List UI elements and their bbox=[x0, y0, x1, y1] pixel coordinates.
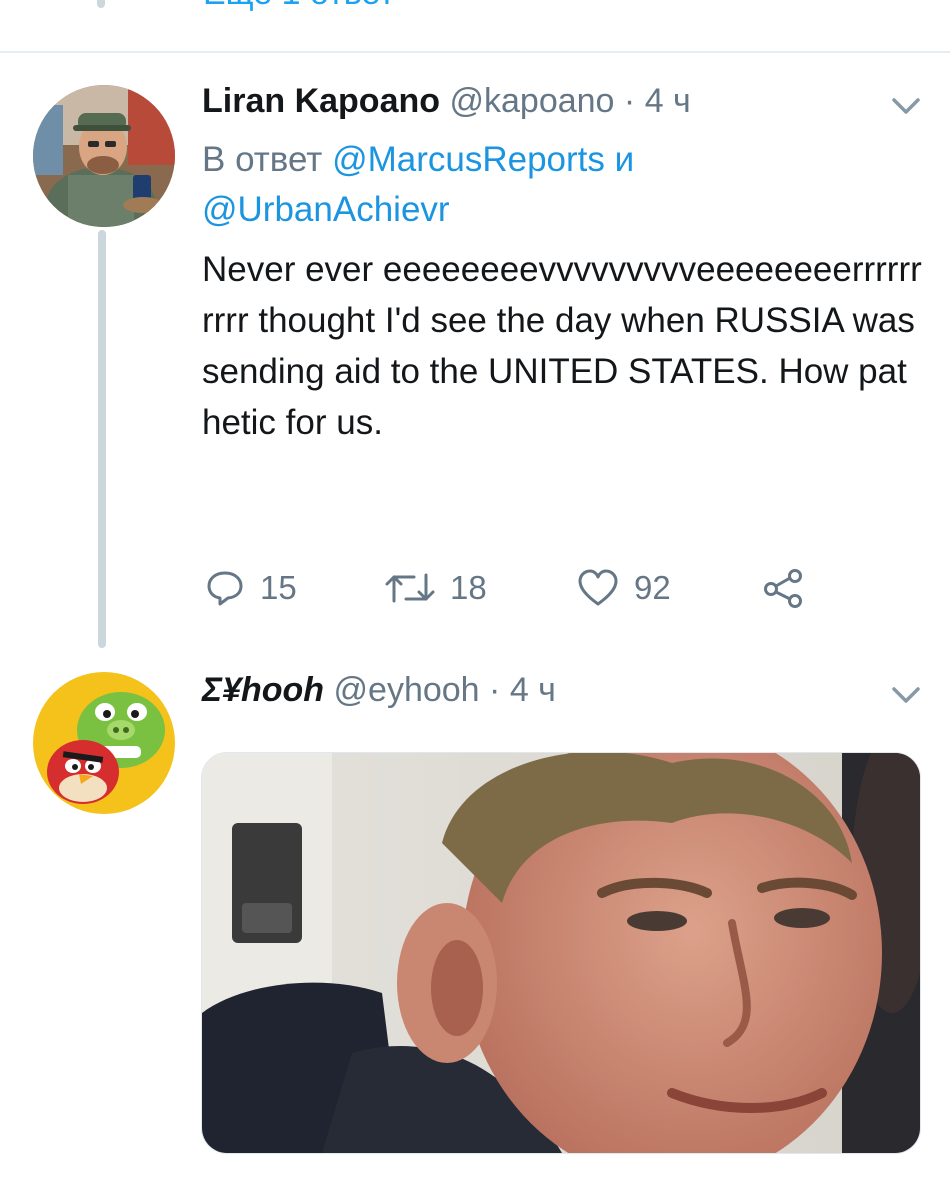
timestamp[interactable]: 4 ч bbox=[645, 82, 691, 120]
reply-count: 15 bbox=[260, 569, 297, 606]
display-name[interactable]: Σ¥hooh bbox=[202, 671, 324, 709]
retweet-button[interactable]: 18 bbox=[384, 560, 487, 616]
mention-link[interactable]: @MarcusReports bbox=[332, 140, 605, 179]
user-handle[interactable]: @kapoano bbox=[449, 82, 614, 120]
chevron-down-icon[interactable] bbox=[886, 675, 926, 715]
reply-context: В ответ @MarcusReports и @UrbanAchievr bbox=[202, 135, 922, 235]
more-replies-link[interactable]: Еще 1 ответ bbox=[203, 0, 395, 13]
tweet-media-image[interactable] bbox=[201, 752, 921, 1154]
mention-link[interactable]: @UrbanAchievr bbox=[202, 190, 450, 229]
timestamp[interactable]: 4 ч bbox=[510, 671, 556, 709]
like-button[interactable]: 92 bbox=[576, 560, 671, 616]
tweet-text: Never ever eeeeeeeevvvvvvvvveeeeeeeerrrr… bbox=[202, 250, 922, 442]
share-icon bbox=[762, 567, 804, 609]
like-count: 92 bbox=[634, 569, 671, 606]
thread-connector-line bbox=[98, 230, 106, 648]
retweet-count: 18 bbox=[450, 569, 487, 606]
divider bbox=[0, 51, 950, 53]
avatar-eyhooh[interactable] bbox=[33, 672, 175, 814]
chevron-down-icon[interactable] bbox=[886, 86, 926, 126]
tweet-header: Liran Kapoano @kapoano · 4 ч bbox=[202, 82, 691, 121]
share-button[interactable] bbox=[762, 560, 804, 616]
reply-button[interactable]: 15 bbox=[204, 560, 297, 616]
display-name[interactable]: Liran Kapoano bbox=[202, 82, 440, 120]
separator-dot: · bbox=[489, 671, 501, 709]
avatar-liran[interactable] bbox=[33, 85, 175, 227]
previous-tweet-remnant: Еще 1 ответ bbox=[0, 0, 950, 52]
tweet-header: Σ¥hooh @eyhooh · 4 ч bbox=[202, 671, 556, 710]
reply-prefix: В ответ bbox=[202, 140, 323, 179]
separator-dot: · bbox=[623, 82, 636, 120]
reply-icon bbox=[204, 567, 246, 609]
heart-icon bbox=[576, 567, 620, 609]
user-handle[interactable]: @eyhooh bbox=[334, 671, 480, 709]
reply-conjunction: и bbox=[614, 140, 635, 179]
retweet-icon bbox=[384, 567, 436, 609]
thread-line-end bbox=[97, 0, 105, 8]
